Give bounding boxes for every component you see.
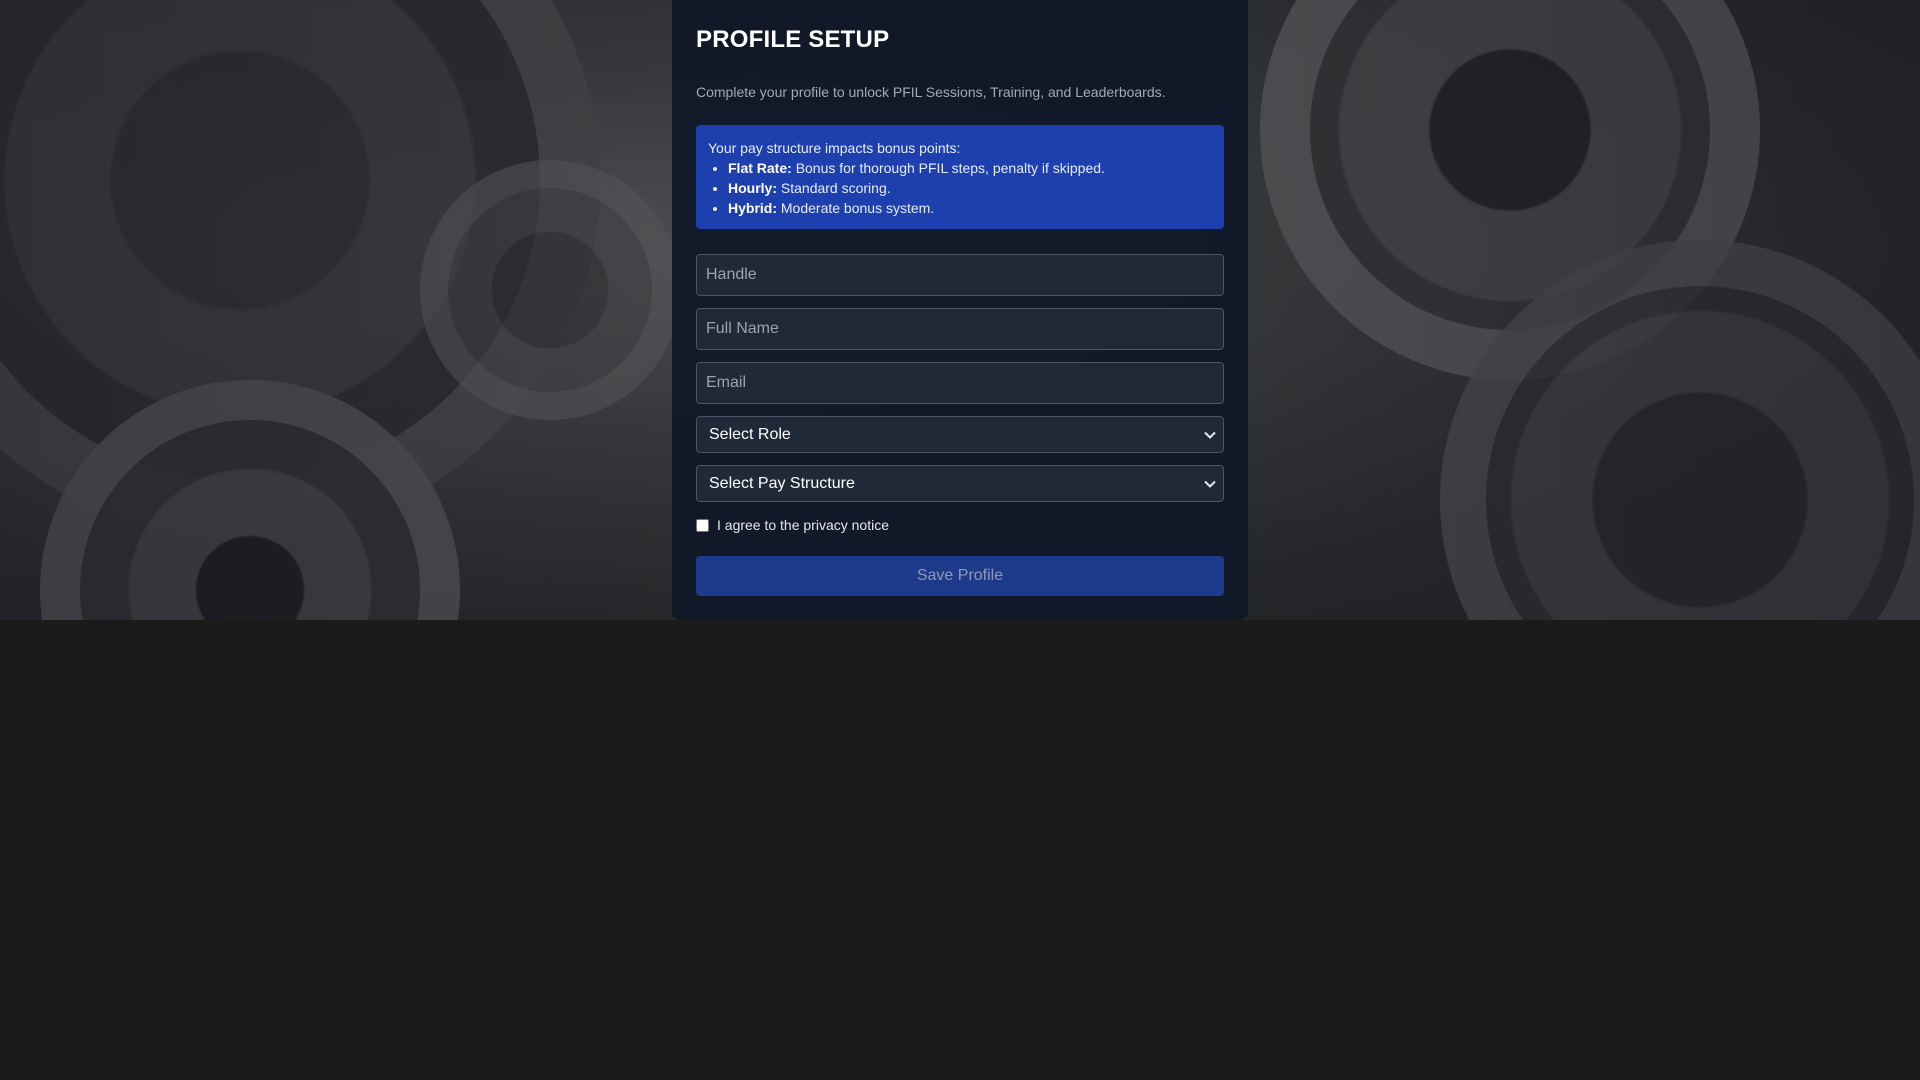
info-item-text: Moderate bonus system. — [780, 200, 935, 216]
privacy-agreement: I agree to the privacy notice — [696, 516, 1224, 534]
info-item-label: Flat Rate: — [728, 160, 792, 176]
role-select[interactable]: Select Role — [696, 416, 1224, 453]
save-profile-button[interactable]: Save Profile — [696, 556, 1224, 596]
pay-structure-select[interactable]: Select Pay Structure — [696, 465, 1224, 502]
pay-structure-info-box: Your pay structure impacts bonus points:… — [696, 125, 1224, 229]
role-select-value: Select Role — [709, 425, 791, 443]
list-item: Hourly: Standard scoring. — [728, 178, 1212, 198]
chevron-down-icon — [1203, 428, 1217, 442]
info-item-text: Bonus for thorough PFIL steps, penalty i… — [795, 160, 1105, 176]
privacy-checkbox-label[interactable]: I agree to the privacy notice — [717, 517, 889, 533]
info-item-text: Standard scoring. — [780, 180, 891, 196]
profile-setup-card: PROFILE SETUP Complete your profile to u… — [672, 0, 1248, 620]
email-input[interactable] — [696, 362, 1224, 404]
handle-input[interactable] — [696, 254, 1224, 296]
chevron-down-icon — [1203, 477, 1217, 491]
info-intro: Your pay structure impacts bonus points: — [708, 140, 961, 156]
info-list: Flat Rate: Bonus for thorough PFIL steps… — [728, 158, 1212, 218]
pay-structure-select-value: Select Pay Structure — [709, 474, 855, 492]
info-item-label: Hourly: — [728, 180, 777, 196]
privacy-checkbox[interactable] — [696, 518, 709, 532]
page-title: PROFILE SETUP — [696, 26, 890, 53]
page-subtitle: Complete your profile to unlock PFIL Ses… — [696, 84, 1166, 100]
full-name-input[interactable] — [696, 308, 1224, 350]
list-item: Flat Rate: Bonus for thorough PFIL steps… — [728, 158, 1212, 178]
info-item-label: Hybrid: — [728, 200, 777, 216]
list-item: Hybrid: Moderate bonus system. — [728, 198, 1212, 218]
